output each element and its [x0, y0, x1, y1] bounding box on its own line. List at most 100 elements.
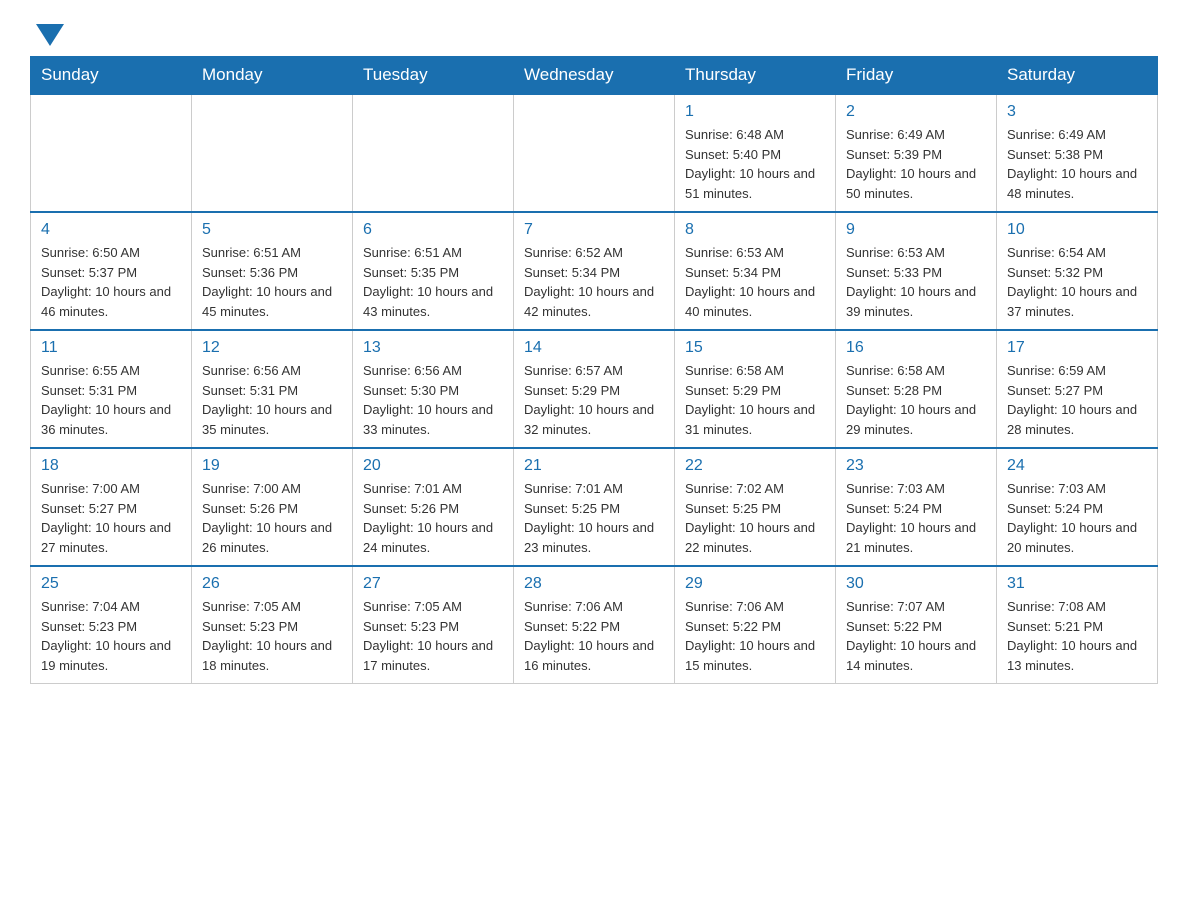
calendar-cell: 24 Sunrise: 7:03 AMSunset: 5:24 PMDayligh… [997, 448, 1158, 566]
day-number: 2 [846, 103, 986, 121]
day-info: Sunrise: 7:02 AMSunset: 5:25 PMDaylight:… [685, 479, 825, 557]
week-row-4: 18Sunrise: 7:00 AMSunset: 5:27 PMDayligh… [31, 448, 1158, 566]
day-number: 6 [363, 221, 503, 239]
day-info: Sunrise: 6:56 AMSunset: 5:31 PMDaylight:… [202, 361, 342, 439]
day-number: 22 [685, 457, 825, 475]
day-number: 23 [846, 457, 986, 475]
calendar-cell: 8 Sunrise: 6:53 AMSunset: 5:34 PMDaylight… [675, 212, 836, 330]
day-number: 29 [685, 575, 825, 593]
day-number: 21 [524, 457, 664, 475]
day-header-monday: Monday [192, 57, 353, 95]
day-number: 24 [1007, 457, 1147, 475]
day-info: Sunrise: 6:56 AMSunset: 5:30 PMDaylight:… [363, 361, 503, 439]
day-header-sunday: Sunday [31, 57, 192, 95]
calendar-cell: 7 Sunrise: 6:52 AMSunset: 5:34 PMDaylight… [514, 212, 675, 330]
calendar-cell: 21 Sunrise: 7:01 AMSunset: 5:25 PMDayligh… [514, 448, 675, 566]
week-row-5: 25 Sunrise: 7:04 AMSunset: 5:23 PMDayligh… [31, 566, 1158, 684]
calendar-cell: 4 Sunrise: 6:50 AMSunset: 5:37 PMDaylight… [31, 212, 192, 330]
calendar-cell: 14 Sunrise: 6:57 AMSunset: 5:29 PMDayligh… [514, 330, 675, 448]
calendar-table: SundayMondayTuesdayWednesdayThursdayFrid… [30, 56, 1158, 684]
day-info: Sunrise: 6:53 AMSunset: 5:33 PMDaylight:… [846, 243, 986, 321]
calendar-cell: 26 Sunrise: 7:05 AMSunset: 5:23 PMDayligh… [192, 566, 353, 684]
day-number: 26 [202, 575, 342, 593]
day-info: Sunrise: 6:52 AMSunset: 5:34 PMDaylight:… [524, 243, 664, 321]
day-info: Sunrise: 6:58 AMSunset: 5:28 PMDaylight:… [846, 361, 986, 439]
day-info: Sunrise: 6:49 AMSunset: 5:38 PMDaylight:… [1007, 125, 1147, 203]
day-info: Sunrise: 6:55 AMSunset: 5:31 PMDaylight:… [41, 361, 181, 439]
day-header-thursday: Thursday [675, 57, 836, 95]
day-header-friday: Friday [836, 57, 997, 95]
calendar-cell: 17 Sunrise: 6:59 AMSunset: 5:27 PMDayligh… [997, 330, 1158, 448]
day-info: Sunrise: 6:51 AMSunset: 5:36 PMDaylight:… [202, 243, 342, 321]
calendar-cell: 25 Sunrise: 7:04 AMSunset: 5:23 PMDayligh… [31, 566, 192, 684]
day-header-tuesday: Tuesday [353, 57, 514, 95]
calendar-cell [353, 94, 514, 212]
day-header-saturday: Saturday [997, 57, 1158, 95]
calendar-cell [514, 94, 675, 212]
day-number: 25 [41, 575, 181, 593]
day-info: Sunrise: 7:06 AMSunset: 5:22 PMDaylight:… [685, 597, 825, 675]
day-info: Sunrise: 6:50 AMSunset: 5:37 PMDaylight:… [41, 243, 181, 321]
day-info: Sunrise: 6:59 AMSunset: 5:27 PMDaylight:… [1007, 361, 1147, 439]
day-number: 31 [1007, 575, 1147, 593]
day-info: Sunrise: 7:05 AMSunset: 5:23 PMDaylight:… [363, 597, 503, 675]
logo [30, 20, 64, 46]
day-number: 27 [363, 575, 503, 593]
day-header-wednesday: Wednesday [514, 57, 675, 95]
day-number: 18 [41, 457, 181, 475]
day-number: 20 [363, 457, 503, 475]
calendar-header-row: SundayMondayTuesdayWednesdayThursdayFrid… [31, 57, 1158, 95]
calendar-cell: 6 Sunrise: 6:51 AMSunset: 5:35 PMDaylight… [353, 212, 514, 330]
calendar-cell: 13 Sunrise: 6:56 AMSunset: 5:30 PMDayligh… [353, 330, 514, 448]
day-number: 11 [41, 339, 181, 357]
day-number: 28 [524, 575, 664, 593]
week-row-1: 1 Sunrise: 6:48 AMSunset: 5:40 PMDaylight… [31, 94, 1158, 212]
week-row-3: 11 Sunrise: 6:55 AMSunset: 5:31 PMDayligh… [31, 330, 1158, 448]
calendar-cell [31, 94, 192, 212]
day-number: 1 [685, 103, 825, 121]
day-info: Sunrise: 7:00 AMSunset: 5:26 PMDaylight:… [202, 479, 342, 557]
day-info: Sunrise: 6:48 AMSunset: 5:40 PMDaylight:… [685, 125, 825, 203]
day-number: 13 [363, 339, 503, 357]
calendar-cell: 10 Sunrise: 6:54 AMSunset: 5:32 PMDayligh… [997, 212, 1158, 330]
day-info: Sunrise: 6:51 AMSunset: 5:35 PMDaylight:… [363, 243, 503, 321]
calendar-cell: 11 Sunrise: 6:55 AMSunset: 5:31 PMDayligh… [31, 330, 192, 448]
day-number: 10 [1007, 221, 1147, 239]
day-info: Sunrise: 6:54 AMSunset: 5:32 PMDaylight:… [1007, 243, 1147, 321]
day-info: Sunrise: 6:57 AMSunset: 5:29 PMDaylight:… [524, 361, 664, 439]
day-info: Sunrise: 7:01 AMSunset: 5:25 PMDaylight:… [524, 479, 664, 557]
calendar-cell: 12 Sunrise: 6:56 AMSunset: 5:31 PMDayligh… [192, 330, 353, 448]
week-row-2: 4 Sunrise: 6:50 AMSunset: 5:37 PMDaylight… [31, 212, 1158, 330]
day-number: 3 [1007, 103, 1147, 121]
calendar-cell: 2 Sunrise: 6:49 AMSunset: 5:39 PMDaylight… [836, 94, 997, 212]
day-number: 16 [846, 339, 986, 357]
day-info: Sunrise: 7:05 AMSunset: 5:23 PMDaylight:… [202, 597, 342, 675]
page-header [30, 20, 1158, 46]
day-info: Sunrise: 7:04 AMSunset: 5:23 PMDaylight:… [41, 597, 181, 675]
calendar-cell: 22 Sunrise: 7:02 AMSunset: 5:25 PMDayligh… [675, 448, 836, 566]
day-number: 19 [202, 457, 342, 475]
day-info: Sunrise: 7:03 AMSunset: 5:24 PMDaylight:… [1007, 479, 1147, 557]
calendar-cell: 30Sunrise: 7:07 AMSunset: 5:22 PMDayligh… [836, 566, 997, 684]
day-info: Sunrise: 7:03 AMSunset: 5:24 PMDaylight:… [846, 479, 986, 557]
calendar-cell: 3 Sunrise: 6:49 AMSunset: 5:38 PMDaylight… [997, 94, 1158, 212]
day-number: 9 [846, 221, 986, 239]
day-info: Sunrise: 6:53 AMSunset: 5:34 PMDaylight:… [685, 243, 825, 321]
day-number: 12 [202, 339, 342, 357]
calendar-cell: 18Sunrise: 7:00 AMSunset: 5:27 PMDayligh… [31, 448, 192, 566]
day-number: 17 [1007, 339, 1147, 357]
day-info: Sunrise: 6:49 AMSunset: 5:39 PMDaylight:… [846, 125, 986, 203]
calendar-cell: 23 Sunrise: 7:03 AMSunset: 5:24 PMDayligh… [836, 448, 997, 566]
calendar-cell: 20Sunrise: 7:01 AMSunset: 5:26 PMDayligh… [353, 448, 514, 566]
calendar-cell: 28Sunrise: 7:06 AMSunset: 5:22 PMDayligh… [514, 566, 675, 684]
day-number: 4 [41, 221, 181, 239]
calendar-cell: 16 Sunrise: 6:58 AMSunset: 5:28 PMDayligh… [836, 330, 997, 448]
day-number: 14 [524, 339, 664, 357]
day-number: 7 [524, 221, 664, 239]
day-info: Sunrise: 7:08 AMSunset: 5:21 PMDaylight:… [1007, 597, 1147, 675]
calendar-cell: 15Sunrise: 6:58 AMSunset: 5:29 PMDayligh… [675, 330, 836, 448]
calendar-cell: 5Sunrise: 6:51 AMSunset: 5:36 PMDaylight… [192, 212, 353, 330]
day-number: 30 [846, 575, 986, 593]
day-number: 8 [685, 221, 825, 239]
calendar-cell: 19 Sunrise: 7:00 AMSunset: 5:26 PMDayligh… [192, 448, 353, 566]
